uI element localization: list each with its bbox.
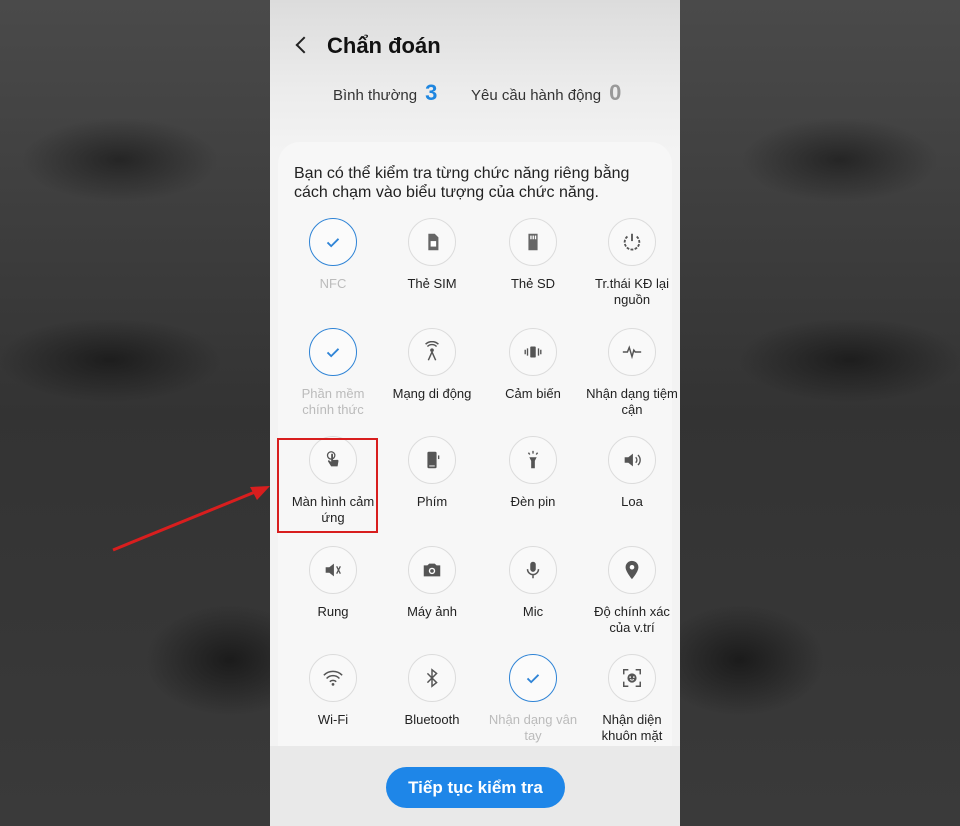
annotation-arrow bbox=[112, 486, 270, 552]
